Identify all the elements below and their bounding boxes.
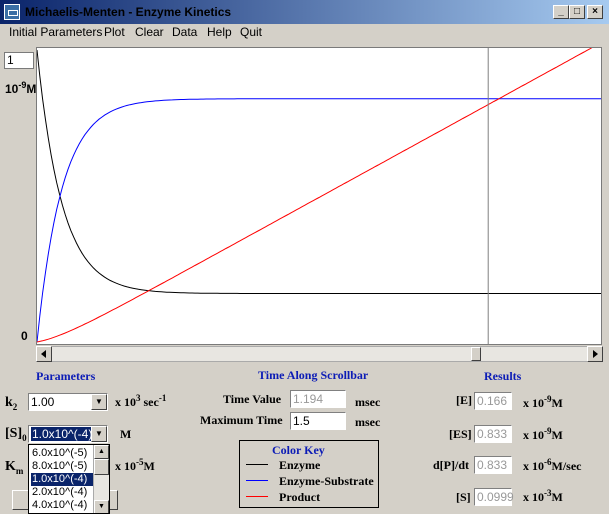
max-time-unit: msec (355, 415, 381, 429)
max-time-input[interactable]: 1.5 (290, 412, 346, 430)
dropdown-scroll-down[interactable]: ▼ (94, 500, 109, 513)
time-heading: Time Along Scrollbar (258, 368, 369, 382)
scroll-thumb[interactable] (471, 347, 481, 361)
y-max-input[interactable]: 1 (4, 52, 34, 69)
results-heading: Results (484, 369, 522, 383)
e-value: 0.166 (474, 392, 512, 410)
dropdown-option[interactable]: 2.0x10^(-4) (31, 486, 93, 499)
close-button[interactable]: × (587, 5, 603, 19)
app-icon (4, 4, 20, 20)
es-value: 0.833 (474, 425, 512, 443)
e-unit: x 10-9M (523, 394, 563, 410)
dropdown-scrollbar[interactable]: ▲ ▼ (93, 445, 109, 513)
color-key-title: Color Key (272, 443, 325, 457)
product-legend-swatch (246, 496, 268, 497)
menu-initial-parameters[interactable]: Initial Parameters (9, 25, 102, 39)
dpdt-unit: x 10-6M/sec (523, 457, 582, 473)
time-value-field: 1.194 (290, 390, 346, 408)
k2-unit: x 103 sec-1 (115, 393, 167, 409)
es-label: [ES] (449, 427, 472, 441)
menu-quit[interactable]: Quit (240, 25, 262, 39)
e-label: [E] (456, 393, 472, 407)
menu-clear[interactable]: Clear (135, 25, 164, 39)
maximize-button[interactable]: □ (569, 5, 585, 19)
y-unit-label: 10-9M (5, 80, 37, 96)
enzyme-legend-label: Enzyme (279, 458, 321, 472)
dropdown-scroll-thumb[interactable] (94, 459, 109, 475)
dpdt-value: 0.833 (474, 456, 512, 474)
y-zero-label: 0 (21, 329, 28, 343)
s0-dropdown-button[interactable]: ▼ (91, 426, 107, 442)
menu-help[interactable]: Help (207, 25, 232, 39)
kinetics-plot (36, 43, 602, 345)
s-unit: x 10-3M (523, 488, 563, 504)
dropdown-scroll-up[interactable]: ▲ (94, 445, 109, 459)
series-line-2 (36, 43, 601, 343)
menu-plot[interactable]: Plot (104, 25, 125, 39)
es-unit: x 10-9M (523, 426, 563, 442)
k2-select[interactable]: 1.00 ▼ (28, 393, 108, 411)
product-legend-label: Product (279, 490, 321, 504)
km-unit: x 10-5M (115, 457, 155, 473)
k2-dropdown-button[interactable]: ▼ (91, 394, 107, 410)
color-key: Color Key Enzyme Enzyme-Substrate Produc… (239, 440, 379, 508)
max-time-label: Maximum Time (200, 413, 283, 427)
time-value-label: Time Value (223, 392, 282, 406)
s-label: [S] (456, 490, 471, 504)
series-line-0 (36, 49, 601, 294)
parameters-heading: Parameters (36, 369, 96, 383)
window-title: Michaelis-Menten - Enzyme Kinetics (25, 5, 232, 19)
menu-data[interactable]: Data (172, 25, 197, 39)
scroll-right-button[interactable] (587, 346, 603, 362)
s0-select[interactable]: 1.0x10^(-4) ▼ (28, 425, 108, 443)
dpdt-label: d[P]/dt (433, 458, 469, 472)
s0-unit: M (120, 427, 132, 441)
s0-dropdown-list[interactable]: 6.0x10^(-5) 8.0x10^(-5) 1.0x10^(-4) 2.0x10^… (28, 444, 110, 514)
kinetics-chart (36, 43, 601, 344)
dropdown-option[interactable]: 8.0x10^(-5) (31, 460, 93, 473)
time-scrollbar[interactable] (36, 346, 603, 362)
s0-label: [S]0 (5, 426, 27, 443)
minimize-button[interactable]: _ (553, 5, 569, 19)
s-value: 0.0999 (474, 488, 514, 506)
time-value-unit: msec (355, 395, 381, 409)
km-label: Km (5, 459, 24, 476)
scroll-left-button[interactable] (36, 346, 52, 362)
k2-label: k2 (5, 395, 18, 412)
es-legend-label: Enzyme-Substrate (279, 474, 374, 488)
dropdown-option[interactable]: 4.0x10^(-4) (31, 499, 93, 512)
es-legend-swatch (246, 480, 268, 481)
dropdown-option[interactable]: 6.0x10^(-5) (31, 447, 93, 460)
enzyme-legend-swatch (246, 464, 268, 465)
dropdown-option[interactable]: 1.0x10^(-4) (31, 473, 93, 486)
